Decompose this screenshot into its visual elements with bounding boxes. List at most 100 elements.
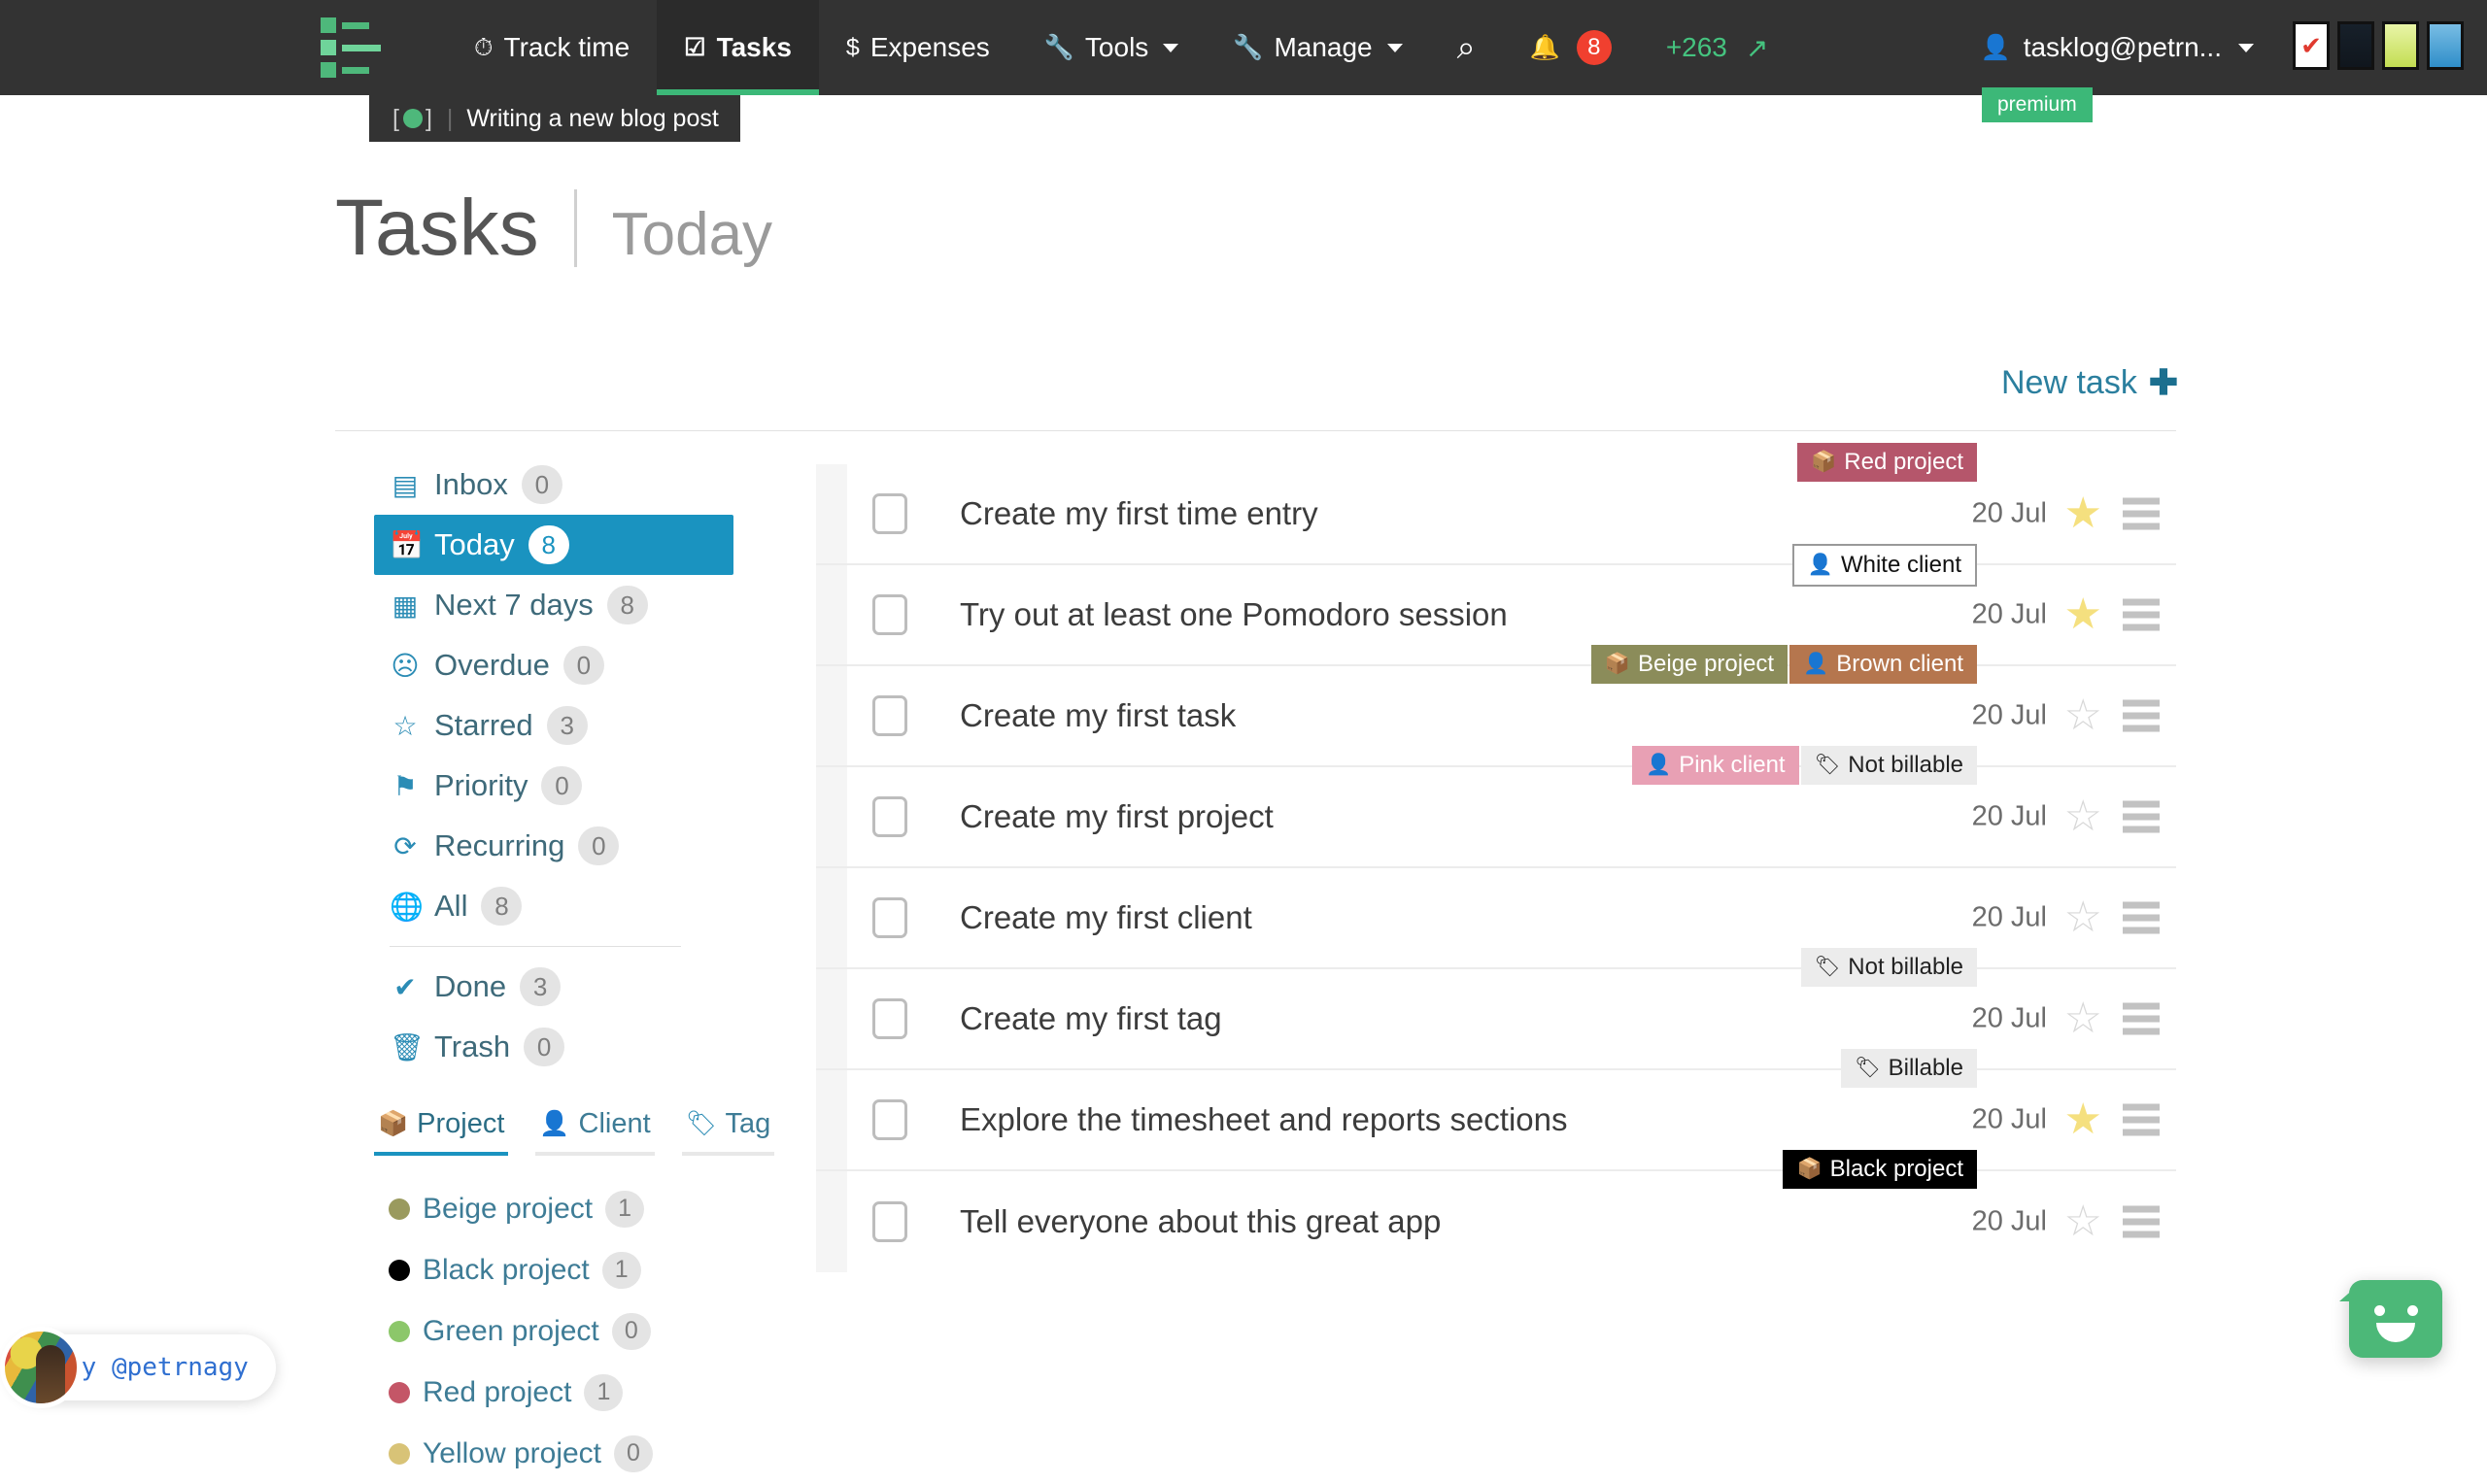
row-drag-handle[interactable] xyxy=(816,666,847,765)
premium-badge: premium xyxy=(1982,87,2093,122)
sidebar-item-next-7-days[interactable]: ▦ Next 7 days 8 xyxy=(374,575,733,635)
theme-swatch-white[interactable]: ✔ xyxy=(2293,21,2330,70)
row-drag-handle[interactable] xyxy=(816,1070,847,1169)
sidebar-item-starred[interactable]: ☆ Starred 3 xyxy=(374,695,733,756)
task-badge[interactable]: 📦Beige project xyxy=(1591,645,1788,684)
theme-swatch-dark[interactable] xyxy=(2337,21,2374,70)
sidebar-item-priority[interactable]: ⚑ Priority 0 xyxy=(374,756,733,816)
project-item-green[interactable]: Green project 0 xyxy=(389,1300,738,1362)
sidebar-item-overdue[interactable]: ☹ Overdue 0 xyxy=(374,635,733,695)
logo-row-1 xyxy=(321,17,385,33)
sidebar-item-recurring[interactable]: ⟳ Recurring 0 xyxy=(374,816,733,876)
task-due-date[interactable]: 20 Jul xyxy=(1972,1104,2047,1136)
task-due-date[interactable]: 20 Jul xyxy=(1972,700,2047,732)
running-timer-bar[interactable]: [ ] | Writing a new blog post xyxy=(369,95,740,142)
task-star-icon[interactable]: ☆ xyxy=(2064,1200,2102,1243)
task-checkbox[interactable] xyxy=(872,493,907,534)
nav-item-tools[interactable]: 🔧 Tools xyxy=(1017,0,1207,95)
task-star-icon[interactable]: ★ xyxy=(2064,492,2102,535)
sidebar-label-starred: Starred xyxy=(434,708,533,743)
task-menu-icon[interactable] xyxy=(2123,700,2160,732)
nav-item-search[interactable]: ⌕ xyxy=(1430,0,1503,95)
task-due-date[interactable]: 20 Jul xyxy=(1972,801,2047,833)
task-badge[interactable]: 👤White client xyxy=(1792,544,1977,587)
sidebar-item-trash[interactable]: 🗑 Trash 0 xyxy=(374,1017,733,1077)
nav-item-track-time[interactable]: ⏱ Track time xyxy=(447,0,657,95)
row-drag-handle[interactable] xyxy=(816,868,847,967)
task-title[interactable]: Explore the timesheet and reports sectio… xyxy=(960,1101,1568,1138)
task-star-icon[interactable]: ★ xyxy=(2064,1098,2102,1141)
sidebar-divider xyxy=(390,946,681,947)
sidebar-item-today[interactable]: 📅 Today 8 xyxy=(374,515,733,575)
task-checkbox[interactable] xyxy=(872,594,907,635)
row-drag-handle[interactable] xyxy=(816,464,847,563)
task-checkbox[interactable] xyxy=(872,695,907,736)
task-title[interactable]: Create my first client xyxy=(960,899,1252,936)
task-menu-icon[interactable] xyxy=(2123,1104,2160,1136)
task-badge[interactable]: 🏷Not billable xyxy=(1801,948,1977,987)
row-drag-handle[interactable] xyxy=(816,969,847,1068)
task-checkbox[interactable] xyxy=(872,998,907,1039)
task-due-date[interactable]: 20 Jul xyxy=(1972,1003,2047,1035)
task-due-date[interactable]: 20 Jul xyxy=(1972,902,2047,934)
sidebar-item-done[interactable]: ✔ Done 3 xyxy=(374,957,733,1017)
task-title[interactable]: Create my first time entry xyxy=(960,495,1318,532)
task-due-date[interactable]: 20 Jul xyxy=(1972,599,2047,631)
tab-project[interactable]: 📦 Project xyxy=(374,1100,508,1156)
sidebar-item-all[interactable]: 🌐 All 8 xyxy=(374,876,733,936)
task-title[interactable]: Try out at least one Pomodoro session xyxy=(960,596,1508,633)
task-star-icon[interactable]: ☆ xyxy=(2064,694,2102,737)
task-checkbox[interactable] xyxy=(872,1099,907,1140)
task-badge[interactable]: 👤Brown client xyxy=(1789,645,1977,684)
nav-item-manage[interactable]: 🔧 Manage xyxy=(1206,0,1429,95)
new-task-button[interactable]: New task ✚ xyxy=(2001,362,2178,403)
task-menu-icon[interactable] xyxy=(2123,902,2160,934)
row-drag-handle[interactable] xyxy=(816,565,847,664)
task-due-date[interactable]: 20 Jul xyxy=(1972,498,2047,530)
task-row[interactable]: Create my first project👤Pink client🏷Not … xyxy=(816,767,2176,868)
tab-tag[interactable]: 🏷 Tag xyxy=(682,1100,775,1156)
task-menu-icon[interactable] xyxy=(2123,1206,2160,1238)
task-title[interactable]: Tell everyone about this great app xyxy=(960,1203,1441,1240)
task-star-icon[interactable]: ☆ xyxy=(2064,896,2102,939)
task-menu-icon[interactable] xyxy=(2123,599,2160,631)
task-star-icon[interactable]: ☆ xyxy=(2064,795,2102,838)
chat-smiley-icon[interactable] xyxy=(2349,1280,2442,1358)
task-menu-icon[interactable] xyxy=(2123,801,2160,833)
task-title[interactable]: Create my first task xyxy=(960,697,1236,734)
theme-swatch-blue[interactable] xyxy=(2427,21,2464,70)
user-menu[interactable]: 👤 tasklog@petrn... xyxy=(1981,0,2254,95)
task-badge[interactable]: 📦Red project xyxy=(1797,443,1977,482)
project-item-beige[interactable]: Beige project 1 xyxy=(389,1178,738,1239)
row-drag-handle[interactable] xyxy=(816,1171,847,1272)
nav-item-expenses[interactable]: $ Expenses xyxy=(819,0,1017,95)
nav-item-notifications[interactable]: 🔔 8 xyxy=(1503,0,1639,95)
task-row[interactable]: Tell everyone about this great app📦Black… xyxy=(816,1171,2176,1272)
task-checkbox[interactable] xyxy=(872,1201,907,1242)
theme-swatch-lime[interactable] xyxy=(2382,21,2419,70)
sidebar-item-inbox[interactable]: ▤ Inbox 0 xyxy=(374,455,733,515)
row-drag-handle[interactable] xyxy=(816,767,847,866)
project-item-black[interactable]: Black project 1 xyxy=(389,1239,738,1300)
task-menu-icon[interactable] xyxy=(2123,1003,2160,1035)
task-badge[interactable]: 👤Pink client xyxy=(1632,746,1799,785)
sidebar-label-done: Done xyxy=(434,969,506,1004)
chevron-down-icon xyxy=(1387,44,1403,52)
task-badge[interactable]: 🏷Not billable xyxy=(1801,746,1977,785)
task-star-icon[interactable]: ☆ xyxy=(2064,997,2102,1040)
task-badge[interactable]: 📦Black project xyxy=(1783,1150,1977,1189)
tab-client[interactable]: 👤 Client xyxy=(535,1100,654,1156)
task-star-icon[interactable]: ★ xyxy=(2064,593,2102,636)
project-item-yellow[interactable]: Yellow project 0 xyxy=(389,1423,738,1484)
app-logo[interactable] xyxy=(321,17,385,78)
task-checkbox[interactable] xyxy=(872,796,907,837)
nav-item-counter[interactable]: +263 ↗ xyxy=(1639,0,1796,95)
task-due-date[interactable]: 20 Jul xyxy=(1972,1206,2047,1238)
task-menu-icon[interactable] xyxy=(2123,498,2160,530)
task-title[interactable]: Create my first tag xyxy=(960,1000,1222,1037)
nav-item-tasks[interactable]: ☑ Tasks xyxy=(657,0,819,95)
task-badge[interactable]: 🏷Billable xyxy=(1841,1049,1977,1088)
task-checkbox[interactable] xyxy=(872,897,907,938)
project-item-red[interactable]: Red project 1 xyxy=(389,1362,738,1423)
task-title[interactable]: Create my first project xyxy=(960,798,1274,835)
